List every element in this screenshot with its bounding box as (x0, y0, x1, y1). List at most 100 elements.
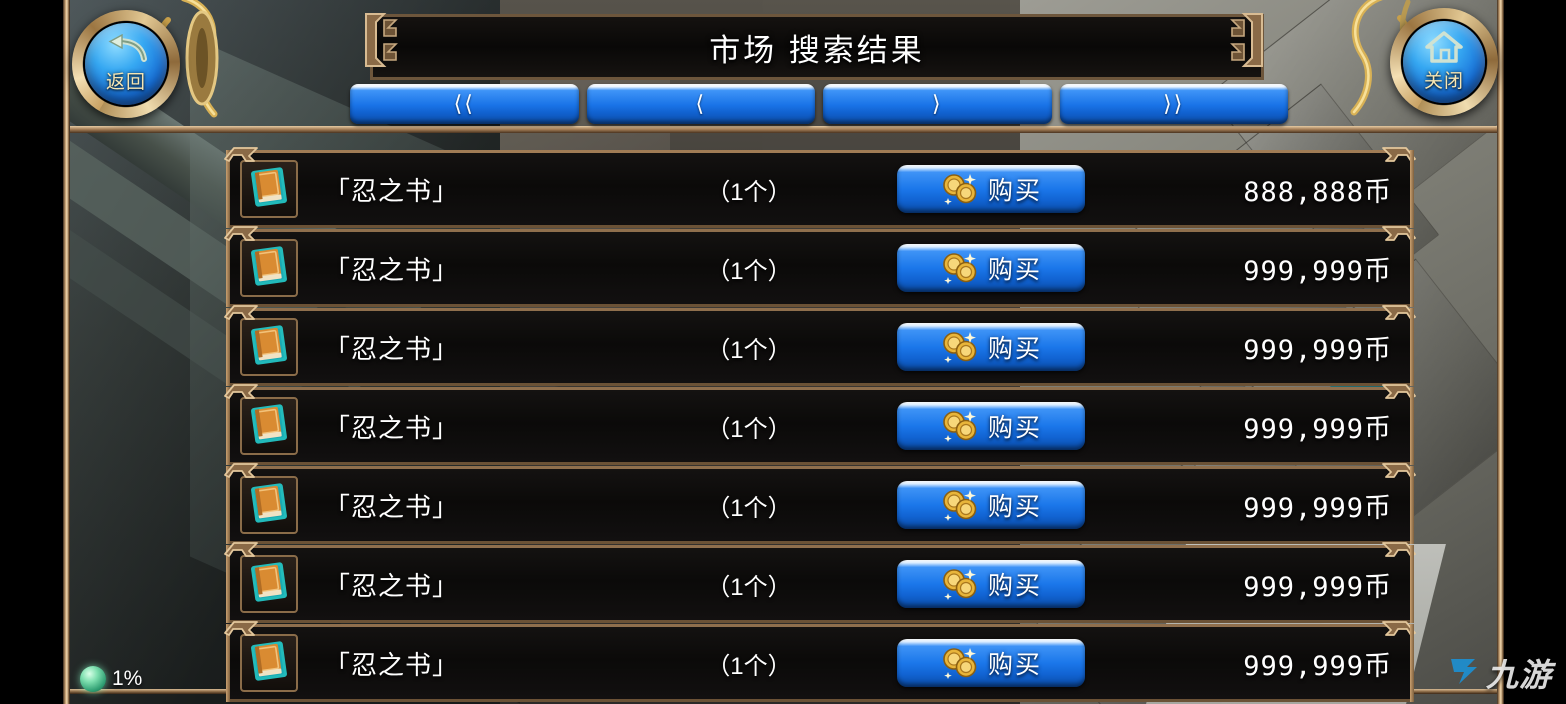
green-orb-icon (80, 666, 106, 692)
item-slot[interactable] (240, 239, 298, 297)
item-icon-cell (230, 239, 308, 297)
item-action-cell: 购买 (874, 323, 1108, 371)
back-button-orb: 返回 (85, 23, 167, 105)
last-page-button[interactable]: ⟩⟩ (1059, 84, 1288, 124)
buy-button[interactable]: 购买 (897, 639, 1085, 687)
table-row[interactable]: 「忍之书」 （1个） (224, 463, 1416, 544)
item-price-currency: 币 (1364, 492, 1392, 523)
book-item-icon (245, 163, 293, 216)
buy-button-label: 购买 (987, 256, 1042, 284)
item-price-currency: 币 (1364, 176, 1392, 207)
item-price-currency: 币 (1364, 413, 1392, 444)
item-icon-cell (230, 318, 308, 376)
table-row[interactable]: 「忍之书」 （1个） (224, 305, 1416, 386)
letterbox-left (0, 0, 70, 704)
item-icon-cell (230, 397, 308, 455)
item-price: 888,888币 (1108, 170, 1410, 209)
back-button-label: 返回 (105, 72, 146, 93)
back-button[interactable]: 返回 (72, 10, 180, 118)
watermark: 九游 (1447, 650, 1552, 696)
item-name: 「忍之书」 (324, 491, 460, 522)
close-button-label: 关闭 (1423, 71, 1464, 92)
home-icon (1424, 31, 1464, 63)
item-action-cell: 购买 (874, 402, 1108, 450)
buy-button[interactable]: 购买 (897, 323, 1085, 371)
pagination-bar: ⟨⟨ ⟨ ⟩ ⟩⟩ (350, 84, 1288, 124)
item-price-currency: 币 (1364, 571, 1392, 602)
book-item-icon (245, 637, 293, 690)
item-slot[interactable] (240, 476, 298, 534)
item-action-cell: 购买 (874, 481, 1108, 529)
item-quantity: （1个） (706, 494, 792, 522)
item-name: 「忍之书」 (324, 175, 460, 206)
book-item-icon (245, 321, 293, 374)
buy-button-label: 购买 (987, 177, 1042, 205)
item-slot[interactable] (240, 318, 298, 376)
item-price-currency: 币 (1364, 334, 1392, 365)
buy-button-label: 购买 (987, 493, 1042, 521)
item-price: 999,999币 (1108, 249, 1410, 288)
item-price-value: 999,999 (1243, 492, 1364, 524)
buy-button-label: 购买 (987, 651, 1042, 679)
page-title: 市场 搜索结果 (709, 32, 925, 68)
item-price-value: 999,999 (1243, 334, 1364, 366)
buy-button[interactable]: 购买 (897, 402, 1085, 450)
buy-button-label: 购买 (987, 335, 1042, 363)
item-price-currency: 币 (1364, 255, 1392, 286)
item-quantity: （1个） (706, 257, 792, 285)
book-item-icon (245, 558, 293, 611)
item-action-cell: 购买 (874, 165, 1108, 213)
item-slot[interactable] (240, 397, 298, 455)
item-price: 999,999币 (1108, 486, 1410, 525)
book-item-icon (245, 242, 293, 295)
item-slot[interactable] (240, 555, 298, 613)
coins-icon (940, 567, 982, 601)
book-item-icon (245, 479, 293, 532)
item-quantity: （1个） (706, 178, 792, 206)
item-action-cell: 购买 (874, 244, 1108, 292)
item-name: 「忍之书」 (324, 254, 460, 285)
item-name: 「忍之书」 (324, 412, 460, 443)
close-button[interactable]: 关闭 (1390, 8, 1498, 116)
buy-button[interactable]: 购买 (897, 560, 1085, 608)
next-page-button[interactable]: ⟩ (823, 84, 1052, 124)
table-row[interactable]: 「忍之书」 （1个） (224, 621, 1416, 702)
table-row[interactable]: 「忍之书」 （1个） (224, 384, 1416, 465)
item-quantity: （1个） (706, 415, 792, 443)
item-price-value: 999,999 (1243, 413, 1364, 445)
coins-icon (940, 251, 982, 285)
header-divider (70, 126, 1500, 133)
table-row[interactable]: 「忍之书」 （1个） (224, 147, 1416, 228)
item-price: 999,999币 (1108, 328, 1410, 367)
item-action-cell: 购买 (874, 560, 1108, 608)
buy-button[interactable]: 购买 (897, 481, 1085, 529)
item-slot[interactable] (240, 634, 298, 692)
first-page-button[interactable]: ⟨⟨ (350, 84, 579, 124)
table-row[interactable]: 「忍之书」 （1个） (224, 542, 1416, 623)
title-banner: 市场 搜索结果 (370, 14, 1264, 80)
item-icon-cell (230, 160, 308, 218)
letterbox-right (1500, 0, 1566, 704)
item-name: 「忍之书」 (324, 570, 460, 601)
coins-icon (940, 488, 982, 522)
load-percent-label: 1% (112, 667, 143, 690)
item-price-currency: 币 (1364, 650, 1392, 681)
game-screen: 市场 搜索结果 ⟨⟨ ⟨ ⟩ ⟩⟩ 返回 关闭 「忍之书」 （1个） 购买 88… (0, 0, 1566, 704)
item-icon-cell (230, 555, 308, 613)
prev-page-button[interactable]: ⟨ (586, 84, 815, 124)
item-price-value: 999,999 (1243, 571, 1364, 603)
table-row[interactable]: 「忍之书」 （1个） (224, 226, 1416, 307)
coins-icon (940, 646, 982, 680)
buy-button[interactable]: 购买 (897, 165, 1085, 213)
item-action-cell: 购买 (874, 639, 1108, 687)
item-slot[interactable] (240, 160, 298, 218)
frame-rail-right (1497, 0, 1504, 704)
coins-icon (940, 172, 982, 206)
load-percent-indicator: 1% (80, 666, 142, 692)
close-button-orb: 关闭 (1403, 21, 1485, 103)
buy-button[interactable]: 购买 (897, 244, 1085, 292)
buy-button-label: 购买 (987, 414, 1042, 442)
book-item-icon (245, 400, 293, 453)
item-icon-cell (230, 476, 308, 534)
watermark-label: 九游 (1485, 657, 1552, 693)
